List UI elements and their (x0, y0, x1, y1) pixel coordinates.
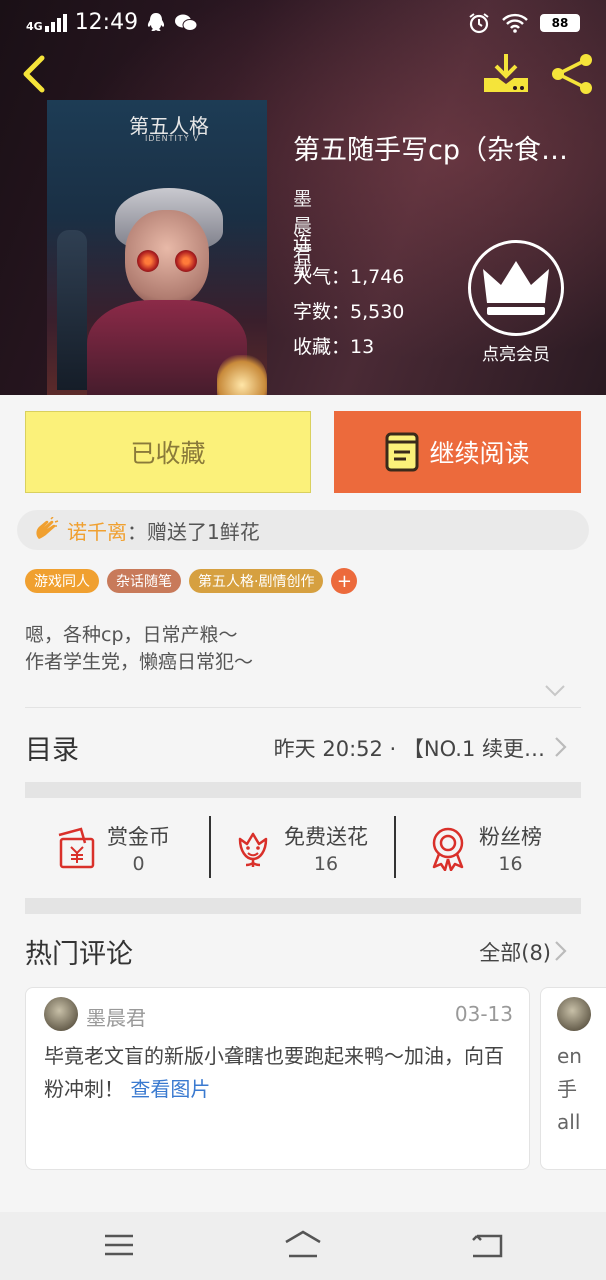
share-icon[interactable] (550, 52, 596, 96)
avatar[interactable] (557, 997, 591, 1031)
comment-body: 毕竟老文盲的新版小聋瞎也要跑起来鸭～加油，向百粉冲刺！ (44, 1044, 504, 1101)
book-title: 第五随手写cp（杂食… (293, 135, 568, 166)
crown-icon (483, 261, 549, 315)
chevron-right-icon[interactable] (553, 940, 567, 962)
section-separator (25, 782, 581, 798)
add-tag-button[interactable]: + (331, 568, 358, 594)
toc-latest-update: 昨天 20:52 · 【NO.1 续更… (273, 737, 545, 761)
qq-icon (148, 12, 165, 31)
comment-card[interactable]: 墨晨君 03-13 毕竟老文盲的新版小聋瞎也要跑起来鸭～加油，向百粉冲刺！ 查看… (25, 987, 530, 1170)
network-icon: 4G (26, 13, 67, 33)
wifi-icon (502, 13, 528, 33)
vip-label: 点亮会员 (482, 345, 550, 365)
tag-item[interactable]: 杂话随笔 (107, 569, 181, 593)
description-line: 作者学生党，懒癌日常犯～ (25, 651, 254, 673)
tag-item[interactable]: 游戏同人 (25, 569, 99, 593)
status-time: 12:49 (74, 10, 139, 35)
favorited-label: 已收藏 (130, 439, 206, 468)
flower-icon (238, 832, 268, 867)
book-popularity: 人气：1,746 (293, 266, 405, 288)
book-word-count: 字数：5,530 (293, 301, 405, 323)
back-icon[interactable] (467, 1228, 507, 1262)
clap-icon (36, 517, 59, 539)
tag-item[interactable]: 第五人格·剧情创作 (189, 569, 324, 593)
comment-line: all (557, 1110, 581, 1134)
divider (209, 816, 211, 878)
wechat-icon (175, 14, 198, 31)
send-flower-count: 16 (313, 852, 339, 875)
book-description: 嗯，各种cp，日常产粮～ 作者学生党，懒癌日常犯～ (25, 622, 253, 676)
gift-notice[interactable]: 诺千离 ：赠送了1鲜花 (17, 510, 589, 550)
reward-coin-count: 0 (132, 852, 145, 875)
section-separator (25, 898, 581, 914)
table-of-contents-row[interactable]: 目录 昨天 20:52 · 【NO.1 续更… (25, 708, 581, 784)
send-flower-button[interactable]: 免费送花 16 (230, 800, 368, 895)
vip-button[interactable]: 点亮会员 (466, 240, 566, 365)
avatar[interactable] (44, 997, 78, 1031)
alarm-icon (469, 13, 489, 34)
chevron-right-icon (555, 737, 567, 757)
comment-line: 手 (557, 1077, 577, 1101)
support-actions: 赏金币 0 免费送花 16 粉丝榜 16 (25, 800, 581, 895)
fan-ranking-label: 粉丝榜 (479, 824, 542, 849)
hot-comments-title: 热门评论 (25, 939, 133, 970)
fan-ranking-count: 16 (498, 852, 523, 875)
description-line: 嗯，各种cp，日常产粮～ (25, 624, 238, 646)
view-image-link[interactable]: 查看图片 (130, 1077, 210, 1101)
fan-ranking-button[interactable]: 粉丝榜 16 (425, 800, 542, 895)
top-nav (0, 46, 606, 102)
divider (394, 816, 396, 878)
network-type: 4G (26, 19, 43, 33)
comment-line: en (557, 1044, 582, 1068)
download-icon[interactable] (482, 52, 530, 96)
continue-reading-label: 继续阅读 (429, 439, 530, 468)
comment-text: 毕竟老文盲的新版小聋瞎也要跑起来鸭～加油，向百粉冲刺！ 查看图片 (44, 1040, 514, 1106)
toc-title: 目录 (25, 735, 79, 766)
comment-date: 03-13 (454, 1002, 513, 1026)
continue-reading-button[interactable]: 继续阅读 (334, 411, 581, 493)
expand-chevron-icon[interactable] (544, 683, 566, 699)
comment-card[interactable]: en 手 all (540, 987, 606, 1170)
book-header: 4G 12:49 88 第五人格 IDENTITY V 第五随手写cp（杂食… … (0, 0, 606, 395)
battery-indicator: 88 (540, 14, 580, 32)
comment-user[interactable]: 墨晨君 (86, 1002, 146, 1031)
book-cover: 第五人格 IDENTITY V (47, 100, 267, 395)
system-navigation-bar (0, 1212, 606, 1280)
hot-comments-header: 热门评论 全部(8) (25, 920, 581, 980)
book-favorites: 收藏：13 (293, 336, 375, 358)
back-arrow-icon[interactable] (18, 54, 50, 94)
medal-icon (432, 827, 464, 871)
send-flower-label: 免费送花 (284, 824, 368, 849)
tag-list: 游戏同人 杂话随笔 第五人格·剧情创作 + (25, 568, 358, 594)
status-bar: 4G 12:49 88 (0, 0, 606, 46)
comment-text: en 手 all (557, 1040, 582, 1139)
menu-icon[interactable] (99, 1228, 139, 1262)
home-icon[interactable] (283, 1228, 323, 1262)
reward-coin-button[interactable]: 赏金币 0 (53, 800, 170, 895)
favorited-button[interactable]: 已收藏 (25, 411, 311, 493)
all-comments-link[interactable]: 全部(8) (479, 937, 551, 967)
gift-text: ：赠送了1鲜花 (127, 519, 260, 544)
red-envelope-icon (58, 826, 95, 868)
book-icon (385, 432, 419, 472)
reward-coin-label: 赏金币 (107, 824, 170, 849)
gift-user[interactable]: 诺千离 (67, 516, 127, 545)
cover-subtitle: IDENTITY V (145, 134, 200, 143)
